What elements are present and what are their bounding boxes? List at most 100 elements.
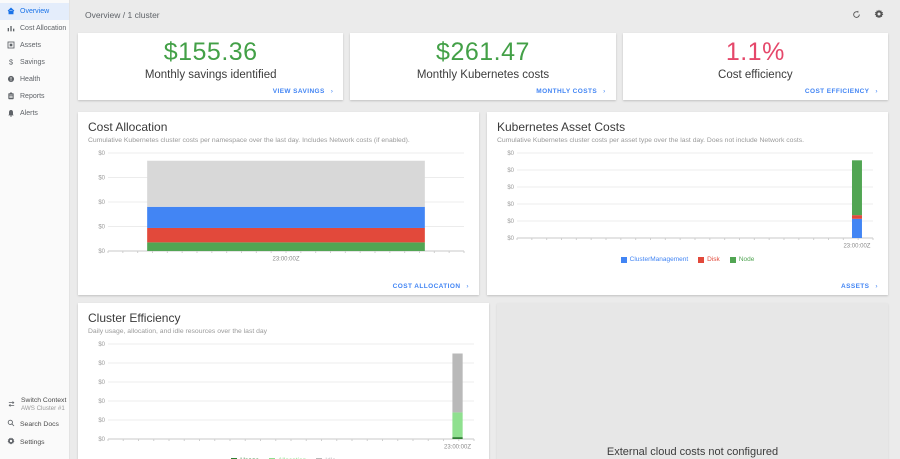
sidebar-item-reports[interactable]: Reports (0, 88, 69, 105)
asset-costs-legend: ClusterManagement Disk Node (497, 256, 878, 263)
cost-efficiency-label: Cost efficiency (623, 69, 888, 81)
chevron-right-icon: › (875, 283, 878, 290)
sidebar-footer: Switch Context AWS Cluster #1 Search Doc… (0, 393, 69, 459)
topbar: Overview / 1 cluster (70, 0, 900, 30)
monthly-costs-card: $261.47 Monthly Kubernetes costs MONTHLY… (350, 33, 615, 100)
external-cloud-message: External cloud costs not configured (497, 446, 888, 458)
legend-item: ClusterManagement (621, 256, 689, 263)
sidebar-item-label: Assets (20, 42, 41, 49)
breadcrumb: Overview / 1 cluster (85, 10, 160, 20)
cluster-efficiency-panel: Cluster Efficiency Daily usage, allocati… (78, 303, 489, 459)
svg-text:$0: $0 (98, 380, 105, 386)
cost-allocation-link[interactable]: COST ALLOCATION› (393, 283, 469, 290)
health-circle-icon (7, 75, 15, 85)
monthly-costs-value: $261.47 (350, 38, 615, 67)
switch-context-label: Switch Context (21, 397, 66, 404)
sidebar-item-alerts[interactable]: Alerts (0, 105, 69, 122)
refresh-icon[interactable] (852, 6, 861, 24)
view-savings-link[interactable]: VIEW SAVINGS› (273, 88, 334, 95)
gear-icon[interactable] (874, 6, 884, 24)
monthly-costs-label: Monthly Kubernetes costs (350, 69, 615, 81)
asset-costs-panel: Kubernetes Asset Costs Cumulative Kubern… (487, 112, 888, 295)
chevron-right-icon: › (331, 88, 334, 95)
svg-text:23:00:00Z: 23:00:00Z (843, 244, 870, 250)
search-docs-label: Search Docs (20, 421, 59, 428)
assets-link[interactable]: ASSETS› (841, 283, 878, 290)
panel-title: Cluster Efficiency (88, 311, 479, 325)
svg-text:$0: $0 (507, 219, 514, 225)
svg-text:$0: $0 (98, 176, 105, 182)
charts-row-2: Cluster Efficiency Daily usage, allocati… (70, 295, 900, 459)
legend-item: Disk (698, 256, 720, 263)
cluster-efficiency-chart: $0 $0 $0 $0 $0 $0 23:00:00Z (88, 340, 479, 455)
chevron-right-icon: › (603, 88, 606, 95)
svg-text:$0: $0 (98, 399, 105, 405)
asset-costs-chart: $0$0$0$0$0$023:00:00Z (497, 149, 878, 254)
svg-text:23:00:00Z: 23:00:00Z (272, 257, 299, 263)
assets-box-icon (7, 41, 15, 51)
cost-allocation-chart: $0 $0 $0 $0 $0 23:00:00Z (88, 149, 469, 267)
svg-text:$: $ (9, 58, 13, 66)
bell-icon (7, 109, 15, 119)
legend-swatch (698, 257, 704, 263)
stat-cards-row: $155.36 Monthly savings identified VIEW … (70, 30, 900, 100)
svg-text:23:00:00Z: 23:00:00Z (444, 445, 471, 451)
charts-row-1: Cost Allocation Cumulative Kubernetes cl… (70, 100, 900, 295)
svg-text:$0: $0 (98, 225, 105, 231)
svg-text:$0: $0 (98, 249, 105, 255)
cost-allocation-panel: Cost Allocation Cumulative Kubernetes cl… (78, 112, 479, 295)
switch-context-button[interactable]: Switch Context AWS Cluster #1 (0, 393, 69, 415)
current-context-name: AWS Cluster #1 (21, 405, 66, 412)
legend-swatch (621, 257, 627, 263)
svg-text:$0: $0 (98, 151, 105, 157)
monthly-costs-link[interactable]: MONTHLY COSTS› (536, 88, 605, 95)
sidebar-item-label: Cost Allocation (20, 25, 66, 32)
cost-efficiency-value: 1.1% (623, 38, 888, 67)
svg-text:$0: $0 (507, 151, 514, 157)
panel-subtitle: Daily usage, allocation, and idle resour… (88, 328, 479, 335)
sidebar-item-label: Overview (20, 8, 49, 15)
chevron-right-icon: › (875, 88, 878, 95)
panel-subtitle: Cumulative Kubernetes cluster costs per … (497, 137, 878, 144)
chevron-right-icon: › (466, 283, 469, 290)
svg-text:$0: $0 (98, 200, 105, 206)
svg-text:$0: $0 (507, 185, 514, 191)
sidebar-item-savings[interactable]: $ Savings (0, 54, 69, 71)
clipboard-icon (7, 92, 15, 102)
gear-icon (7, 437, 15, 447)
search-icon (7, 419, 15, 429)
search-docs-button[interactable]: Search Docs (0, 415, 69, 433)
external-cloud-panel: External cloud costs not configured CONF… (497, 303, 888, 459)
panel-subtitle: Cumulative Kubernetes cluster costs per … (88, 137, 469, 144)
sidebar-item-label: Savings (20, 59, 45, 66)
panel-title: Cost Allocation (88, 120, 469, 134)
sidebar-item-assets[interactable]: Assets (0, 37, 69, 54)
savings-label: Monthly savings identified (78, 69, 343, 81)
sidebar-item-overview[interactable]: Overview (0, 3, 69, 20)
svg-text:$0: $0 (507, 202, 514, 208)
bar-chart-icon (7, 24, 15, 34)
svg-text:$0: $0 (98, 437, 105, 443)
sidebar: Overview Cost Allocation Assets $ Saving… (0, 0, 70, 459)
home-icon (7, 7, 15, 17)
sidebar-item-label: Reports (20, 93, 45, 100)
cost-efficiency-card: 1.1% Cost efficiency COST EFFICIENCY› (623, 33, 888, 100)
main-content: Overview / 1 cluster $155.36 Monthly sav… (70, 0, 900, 459)
svg-text:$0: $0 (98, 342, 105, 348)
sidebar-item-label: Alerts (20, 110, 38, 117)
legend-label: ClusterManagement (630, 256, 689, 263)
sidebar-item-label: Health (20, 76, 40, 83)
sidebar-item-cost-allocation[interactable]: Cost Allocation (0, 20, 69, 37)
settings-label: Settings (20, 439, 45, 446)
settings-button[interactable]: Settings (0, 433, 69, 451)
sidebar-item-health[interactable]: Health (0, 71, 69, 88)
svg-text:$0: $0 (98, 361, 105, 367)
legend-item: Node (730, 256, 755, 263)
cost-efficiency-link[interactable]: COST EFFICIENCY› (805, 88, 878, 95)
svg-text:$0: $0 (98, 418, 105, 424)
savings-value: $155.36 (78, 38, 343, 67)
svg-text:$0: $0 (507, 236, 514, 242)
legend-label: Node (739, 256, 755, 263)
panel-title: Kubernetes Asset Costs (497, 120, 878, 134)
dollar-icon: $ (7, 58, 15, 68)
